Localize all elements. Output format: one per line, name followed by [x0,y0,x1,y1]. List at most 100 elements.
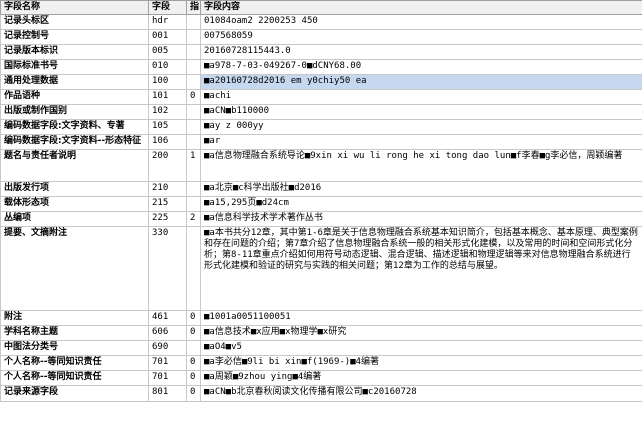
indicator-cell: 1 [186,149,201,182]
table-row[interactable]: 载体形态项 215 ■a15,295页■d24cm [0,196,642,212]
field-tag-cell: 225 [148,211,187,227]
field-content-cell: ■a978-7-03-049267-0■dCNY68.00 [200,59,642,75]
table-header-row: 字段名称 字段 指 字段内容 [0,0,642,15]
table-row[interactable]: 通用处理数据 100 ■a20160728d2016 em y0chiy50 ea [0,74,642,90]
field-name-cell: 作品语种 [0,89,149,105]
field-content-cell: ■a本书共分12章，其中第1-6章是关于信息物理融合系统基本知识简介，包括基本概… [200,226,642,311]
indicator-cell: 0 [186,89,201,105]
indicator-cell [186,134,201,150]
table-row[interactable]: 丛编项 225 2 ■a信息科学技术学术著作丛书 [0,211,642,227]
field-tag-cell: 105 [148,119,187,135]
table-row[interactable]: 记录头标区 hdr 01084oam2 2200253 450 [0,14,642,30]
field-name-cell: 附注 [0,310,149,326]
field-tag-cell: 001 [148,29,187,45]
field-tag-cell: 102 [148,104,187,120]
field-name-cell: 个人名称--等同知识责任 [0,370,149,386]
table-row[interactable]: 国际标准书号 010 ■a978-7-03-049267-0■dCNY68.00 [0,59,642,75]
indicator-cell [186,226,201,311]
field-content-cell: ■aCN■b110000 [200,104,642,120]
indicator-cell [186,196,201,212]
field-name-cell: 记录来源字段 [0,385,149,402]
indicator-cell [186,29,201,45]
field-content-cell: 01084oam2 2200253 450 [200,14,642,30]
indicator-cell [186,74,201,90]
field-tag-cell: 606 [148,325,187,341]
field-tag-cell: hdr [148,14,187,30]
table-row[interactable]: 编码数据字段:文字资料、专著 105 ■ay z 000yy [0,119,642,135]
table-row[interactable]: 记录来源字段 801 0 ■aCN■b北京春秋阅读文化传播有限公司■c20160728 [0,385,642,402]
field-content-cell: 007568059 [200,29,642,45]
field-name-cell: 记录控制号 [0,29,149,45]
field-name-cell: 个人名称--等同知识责任 [0,355,149,371]
field-name-cell: 编码数据字段:文字资料--形态特征 [0,134,149,150]
field-name-cell: 题名与责任者说明 [0,149,149,182]
indicator-cell: 0 [186,370,201,386]
field-content-cell: ■a信息物理融合系统导论■9xin xi wu li rong he xi to… [200,149,642,182]
field-content-cell: ■ay z 000yy [200,119,642,135]
table-row[interactable]: 个人名称--等同知识责任 701 0 ■a周颖■9zhou ying■4编著 [0,370,642,386]
field-tag-cell: 701 [148,370,187,386]
table-row[interactable]: 学科名称主题 606 0 ■a信息技术■x应用■x物理学■x研究 [0,325,642,341]
field-content-cell: ■a20160728d2016 em y0chiy50 ea [200,74,642,90]
table-row[interactable]: 出版发行项 210 ■a北京■c科学出版社■d2016 [0,181,642,197]
field-tag-cell: 101 [148,89,187,105]
table-row[interactable]: 题名与责任者说明 200 1 ■a信息物理融合系统导论■9xin xi wu li r… [0,149,642,182]
field-tag-cell: 701 [148,355,187,371]
indicator-cell: 0 [186,310,201,326]
field-tag-cell: 005 [148,44,187,60]
table-row[interactable]: 个人名称--等同知识责任 701 0 ■a李必信■9li bi xin■f(1969-… [0,355,642,371]
field-name-cell: 出版发行项 [0,181,149,197]
field-name-cell: 出版或制作国别 [0,104,149,120]
table-row[interactable]: 出版或制作国别 102 ■aCN■b110000 [0,104,642,120]
field-name-cell: 中图法分类号 [0,340,149,356]
field-content-cell: ■a15,295页■d24cm [200,196,642,212]
indicator-cell [186,59,201,75]
field-content-cell: ■achi [200,89,642,105]
field-content-cell: ■ar [200,134,642,150]
indicator-cell: 0 [186,385,201,402]
field-name-cell: 丛编项 [0,211,149,227]
field-tag-cell: 210 [148,181,187,197]
indicator-cell: 0 [186,355,201,371]
table-row[interactable]: 记录版本标识 005 20160728115443.0 [0,44,642,60]
table-row[interactable]: 编码数据字段:文字资料--形态特征 106 ■ar [0,134,642,150]
column-header-field-tag[interactable]: 字段 [148,0,187,15]
field-tag-cell: 100 [148,74,187,90]
field-content-cell: ■1001a0051100051 [200,310,642,326]
field-content-cell: ■a信息技术■x应用■x物理学■x研究 [200,325,642,341]
field-tag-cell: 010 [148,59,187,75]
field-tag-cell: 215 [148,196,187,212]
field-content-cell: ■a李必信■9li bi xin■f(1969-)■4编著 [200,355,642,371]
column-header-field-name[interactable]: 字段名称 [0,0,149,15]
field-tag-cell: 106 [148,134,187,150]
table-row[interactable]: 记录控制号 001 007568059 [0,29,642,45]
field-name-cell: 载体形态项 [0,196,149,212]
field-content-cell: ■a信息科学技术学术著作丛书 [200,211,642,227]
indicator-cell: 0 [186,325,201,341]
indicator-cell [186,14,201,30]
field-name-cell: 国际标准书号 [0,59,149,75]
indicator-cell: 2 [186,211,201,227]
field-tag-cell: 330 [148,226,187,311]
field-name-cell: 记录头标区 [0,14,149,30]
field-tag-cell: 690 [148,340,187,356]
table-row[interactable]: 中图法分类号 690 ■aO4■v5 [0,340,642,356]
indicator-cell [186,340,201,356]
field-name-cell: 通用处理数据 [0,74,149,90]
indicator-cell [186,181,201,197]
field-content-cell: 20160728115443.0 [200,44,642,60]
indicator-cell [186,119,201,135]
indicator-cell [186,104,201,120]
field-name-cell: 学科名称主题 [0,325,149,341]
field-content-cell: ■aCN■b北京春秋阅读文化传播有限公司■c20160728 [200,385,642,402]
column-header-indicator[interactable]: 指 [186,0,201,15]
field-tag-cell: 200 [148,149,187,182]
field-name-cell: 提要、文摘附注 [0,226,149,311]
marc-record-table: 字段名称 字段 指 字段内容 记录头标区 hdr 01084oam2 2200253… [0,0,642,402]
table-row[interactable]: 作品语种 101 0 ■achi [0,89,642,105]
table-row[interactable]: 附注 461 0 ■1001a0051100051 [0,310,642,326]
indicator-cell [186,44,201,60]
column-header-field-content[interactable]: 字段内容 [200,0,642,15]
field-content-cell: ■aO4■v5 [200,340,642,356]
table-row[interactable]: 提要、文摘附注 330 ■a本书共分12章，其中第1-6章是关于信息物理融合系统基本… [0,226,642,311]
